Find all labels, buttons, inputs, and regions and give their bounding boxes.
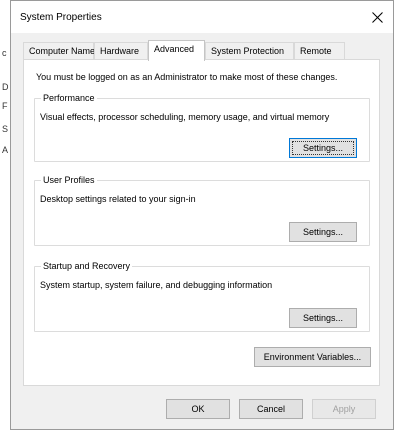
tab-computer-name[interactable]: Computer Name xyxy=(23,42,96,60)
startup-recovery-group: Startup and Recovery System startup, sys… xyxy=(34,261,370,332)
tab-hardware[interactable]: Hardware xyxy=(94,42,148,60)
background-window-edge xyxy=(398,0,408,433)
tab-system-protection[interactable]: System Protection xyxy=(205,42,294,60)
background-text-fragment: c xyxy=(2,48,7,58)
startup-recovery-description: System startup, system failure, and debu… xyxy=(40,280,273,290)
user-profiles-description: Desktop settings related to your sign-in xyxy=(40,194,196,204)
button-label: Environment Variables... xyxy=(263,352,362,362)
environment-variables-button[interactable]: Environment Variables... xyxy=(254,347,371,367)
background-text-fragment: A xyxy=(2,145,9,155)
user-profiles-settings-button[interactable]: Settings... xyxy=(289,222,357,242)
button-label: Apply xyxy=(332,404,356,414)
performance-title: Performance xyxy=(41,93,97,103)
user-profiles-title: User Profiles xyxy=(41,175,97,185)
close-icon xyxy=(371,11,383,23)
tab-label: Hardware xyxy=(100,46,140,56)
tab-remote[interactable]: Remote xyxy=(294,42,345,60)
tab-label: Advanced xyxy=(154,44,195,54)
button-label: OK xyxy=(191,404,205,414)
focus-ring xyxy=(292,141,354,155)
button-label: Settings... xyxy=(302,313,344,323)
button-label: Settings... xyxy=(302,227,344,237)
performance-settings-button[interactable]: Settings... xyxy=(289,138,357,158)
background-text-fragment: F xyxy=(2,101,8,111)
tab-label: Remote xyxy=(300,46,332,56)
background-text-fragment: S xyxy=(2,124,9,134)
button-label: Cancel xyxy=(256,404,285,414)
close-button[interactable] xyxy=(361,1,393,33)
tab-label: Computer Name xyxy=(29,46,96,56)
system-properties-dialog: System Properties Computer Name Hardware… xyxy=(10,0,394,430)
user-profiles-group: User Profiles Desktop settings related t… xyxy=(34,175,370,246)
startup-recovery-title: Startup and Recovery xyxy=(41,261,133,271)
advanced-tab-panel: You must be logged on as an Administrato… xyxy=(23,59,380,386)
startup-recovery-settings-button[interactable]: Settings... xyxy=(289,308,357,328)
cancel-button[interactable]: Cancel xyxy=(239,399,303,419)
admin-notice: You must be logged on as an Administrato… xyxy=(36,72,338,82)
window-title: System Properties xyxy=(20,12,102,23)
performance-description: Visual effects, processor scheduling, me… xyxy=(40,112,330,122)
background-text-fragment: D xyxy=(2,82,9,92)
tab-label: System Protection xyxy=(211,46,285,56)
ok-button[interactable]: OK xyxy=(166,399,230,419)
title-bar: System Properties xyxy=(11,1,393,33)
apply-button[interactable]: Apply xyxy=(312,399,376,419)
performance-group: Performance Visual effects, processor sc… xyxy=(34,93,370,162)
tab-advanced[interactable]: Advanced xyxy=(148,40,205,61)
